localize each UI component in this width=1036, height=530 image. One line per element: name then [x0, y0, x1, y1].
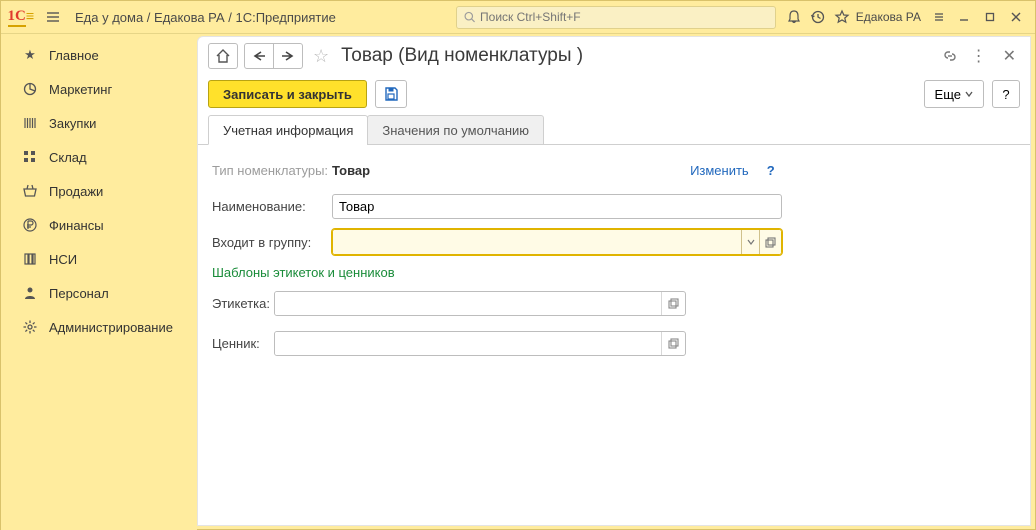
home-button[interactable]	[208, 43, 238, 69]
open-dialog-icon	[668, 298, 679, 309]
star-icon[interactable]	[830, 5, 854, 29]
username-label: Едакова РА	[856, 10, 921, 24]
help-button[interactable]: ?	[992, 80, 1020, 108]
menu-icon[interactable]	[41, 5, 65, 29]
gear-icon	[19, 319, 41, 335]
form-area: Тип номенклатуры: Товар Изменить ? Наиме…	[198, 145, 1030, 374]
search-input-wrap[interactable]	[456, 6, 776, 29]
star-icon: ★	[19, 47, 41, 63]
floppy-icon	[383, 86, 399, 102]
group-input-wrap	[332, 229, 782, 255]
user-menu-icon[interactable]	[927, 5, 951, 29]
tab-accounting-info[interactable]: Учетная информация	[208, 115, 368, 145]
search-icon	[463, 10, 476, 24]
window-title: Еда у дома / Едакова РА / 1С:Предприятие	[75, 10, 336, 25]
search-container	[456, 6, 776, 29]
close-icon[interactable]: ✕	[999, 46, 1020, 66]
maximize-button[interactable]	[977, 4, 1003, 30]
home-icon	[215, 48, 231, 64]
etiketka-input-wrap	[274, 291, 686, 316]
more-button[interactable]: Еще	[924, 80, 984, 108]
sidebar-item-sales[interactable]: Продажи	[1, 174, 197, 208]
etiketka-open-button[interactable]	[661, 292, 685, 315]
forward-button[interactable]	[273, 43, 303, 69]
group-input[interactable]	[333, 230, 741, 254]
group-label: Входит в группу:	[212, 235, 332, 250]
sidebar-item-label: Главное	[49, 48, 99, 63]
sidebar-item-label: Закупки	[49, 116, 96, 131]
tabs: Учетная информация Значения по умолчанию	[198, 113, 1030, 145]
barcode-icon	[19, 115, 41, 131]
etiketka-input[interactable]	[275, 292, 661, 315]
write-close-button[interactable]: Записать и закрыть	[208, 80, 367, 108]
open-dialog-icon	[668, 338, 679, 349]
sidebar-item-label: Маркетинг	[49, 82, 112, 97]
search-input[interactable]	[480, 10, 769, 24]
type-label: Тип номенклатуры:	[212, 163, 332, 178]
save-button[interactable]	[375, 80, 407, 108]
sidebar-item-purchases[interactable]: Закупки	[1, 106, 197, 140]
sidebar-item-warehouse[interactable]: Склад	[1, 140, 197, 174]
grid-icon	[19, 149, 41, 165]
page-header: ☆ Товар (Вид номенклатуры ) ⋮ ✕	[198, 37, 1030, 75]
name-label: Наименование:	[212, 199, 332, 214]
arrow-left-icon	[251, 50, 267, 62]
chevron-down-icon	[747, 238, 755, 246]
bell-icon[interactable]	[782, 5, 806, 29]
group-open-button[interactable]	[759, 230, 781, 254]
kebab-icon[interactable]: ⋮	[967, 46, 991, 66]
etiketka-label: Этикетка:	[212, 296, 274, 311]
sidebar-item-main[interactable]: ★ Главное	[1, 38, 197, 72]
top-bar: 1C≡ Еда у дома / Едакова РА / 1С:Предпри…	[1, 1, 1035, 34]
sidebar-item-admin[interactable]: Администрирование	[1, 310, 197, 344]
sidebar-item-label: НСИ	[49, 252, 77, 267]
main-panel: ☆ Товар (Вид номенклатуры ) ⋮ ✕ Записать…	[197, 36, 1031, 526]
cennik-open-button[interactable]	[661, 332, 685, 355]
sidebar-item-label: Персонал	[49, 286, 109, 301]
sidebar-item-finance[interactable]: Финансы	[1, 208, 197, 242]
sidebar-item-personnel[interactable]: Персонал	[1, 276, 197, 310]
minimize-button[interactable]	[951, 4, 977, 30]
type-value: Товар	[332, 163, 370, 178]
sidebar-item-marketing[interactable]: Маркетинг	[1, 72, 197, 106]
window-close-button[interactable]	[1003, 4, 1029, 30]
back-button[interactable]	[244, 43, 274, 69]
sidebar-item-label: Склад	[49, 150, 87, 165]
more-label: Еще	[935, 87, 961, 102]
person-icon	[19, 285, 41, 301]
sidebar-item-nsi[interactable]: НСИ	[1, 242, 197, 276]
chevron-down-icon	[965, 90, 973, 98]
sidebar: ★ Главное Маркетинг Закупки Склад Продажи…	[1, 34, 197, 530]
toolbar: Записать и закрыть Еще ?	[198, 75, 1030, 113]
history-icon[interactable]	[806, 5, 830, 29]
sidebar-item-label: Администрирование	[49, 320, 173, 335]
nav-back-forward	[244, 43, 303, 69]
app-logo: 1C≡	[1, 1, 41, 34]
sidebar-item-label: Продажи	[49, 184, 103, 199]
arrow-right-icon	[280, 50, 296, 62]
templates-section-title: Шаблоны этикеток и ценников	[212, 265, 1016, 280]
basket-icon	[19, 183, 41, 199]
books-icon	[19, 251, 41, 267]
change-link[interactable]: Изменить	[690, 163, 749, 178]
tab-default-values[interactable]: Значения по умолчанию	[367, 115, 544, 145]
sidebar-item-label: Финансы	[49, 218, 104, 233]
cennik-input[interactable]	[275, 332, 661, 355]
link-icon[interactable]	[941, 47, 959, 65]
cennik-input-wrap	[274, 331, 686, 356]
group-dropdown-button[interactable]	[741, 230, 759, 254]
favorite-star-icon[interactable]: ☆	[313, 46, 329, 67]
cennik-label: Ценник:	[212, 336, 274, 351]
ruble-icon	[19, 217, 41, 233]
name-input[interactable]	[332, 194, 782, 219]
pie-icon	[19, 81, 41, 97]
page-title: Товар (Вид номенклатуры )	[341, 45, 934, 67]
help-question-icon[interactable]: ?	[767, 163, 775, 178]
open-dialog-icon	[765, 237, 776, 248]
